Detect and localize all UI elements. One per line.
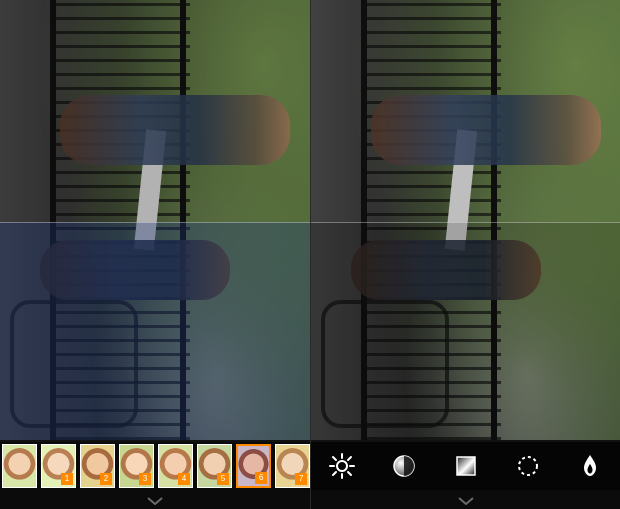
filter-number-badge: 3: [139, 473, 151, 485]
filter-thumb-7[interactable]: 7: [275, 444, 310, 488]
preview-overlay-bottom: [0, 222, 310, 440]
filter-thumb-4[interactable]: 4: [158, 444, 193, 488]
blur-icon: [518, 456, 538, 476]
adjust-panel: [310, 0, 620, 509]
adjust-toolbar: [311, 442, 620, 490]
filters-panel: 1 2 3 4 5 6 7: [0, 0, 310, 509]
split-line[interactable]: [311, 222, 620, 223]
filter-number-badge: 7: [295, 473, 308, 485]
filter-number-badge: 1: [61, 473, 73, 485]
brightness-icon: [329, 453, 355, 479]
contrast-icon: [393, 455, 415, 477]
saturation-icon: [584, 455, 596, 476]
split-line[interactable]: [0, 222, 310, 223]
chevron-down-icon[interactable]: [458, 495, 474, 507]
bottom-handle[interactable]: [311, 490, 620, 509]
filter-thumb-6-selected[interactable]: 6: [236, 444, 272, 488]
filter-thumb-1[interactable]: 1: [41, 444, 76, 488]
chevron-down-icon[interactable]: [147, 495, 163, 507]
filter-strip: 1 2 3 4 5 6 7: [0, 442, 310, 490]
bottom-handle[interactable]: [0, 490, 310, 509]
filter-number-badge: 4: [178, 473, 190, 485]
filter-thumb-2[interactable]: 2: [80, 444, 115, 488]
preview-overlay-bottom: [311, 222, 620, 440]
filter-thumb-original[interactable]: [2, 444, 37, 488]
vignette-button[interactable]: [449, 449, 483, 483]
filter-number-badge: 5: [217, 473, 229, 485]
filter-number-badge: 2: [100, 473, 112, 485]
saturation-button[interactable]: [573, 449, 607, 483]
photo-preview: [311, 0, 620, 440]
filter-number-badge: 6: [255, 472, 268, 484]
filter-thumb-5[interactable]: 5: [197, 444, 232, 488]
photo-preview: [0, 0, 310, 440]
preview-overlay-top: [0, 0, 310, 222]
brightness-button[interactable]: [325, 449, 359, 483]
blur-button[interactable]: [511, 449, 545, 483]
filter-thumb-3[interactable]: 3: [119, 444, 154, 488]
contrast-button[interactable]: [387, 449, 421, 483]
preview-overlay-top: [311, 0, 620, 222]
vignette-icon: [456, 456, 476, 476]
